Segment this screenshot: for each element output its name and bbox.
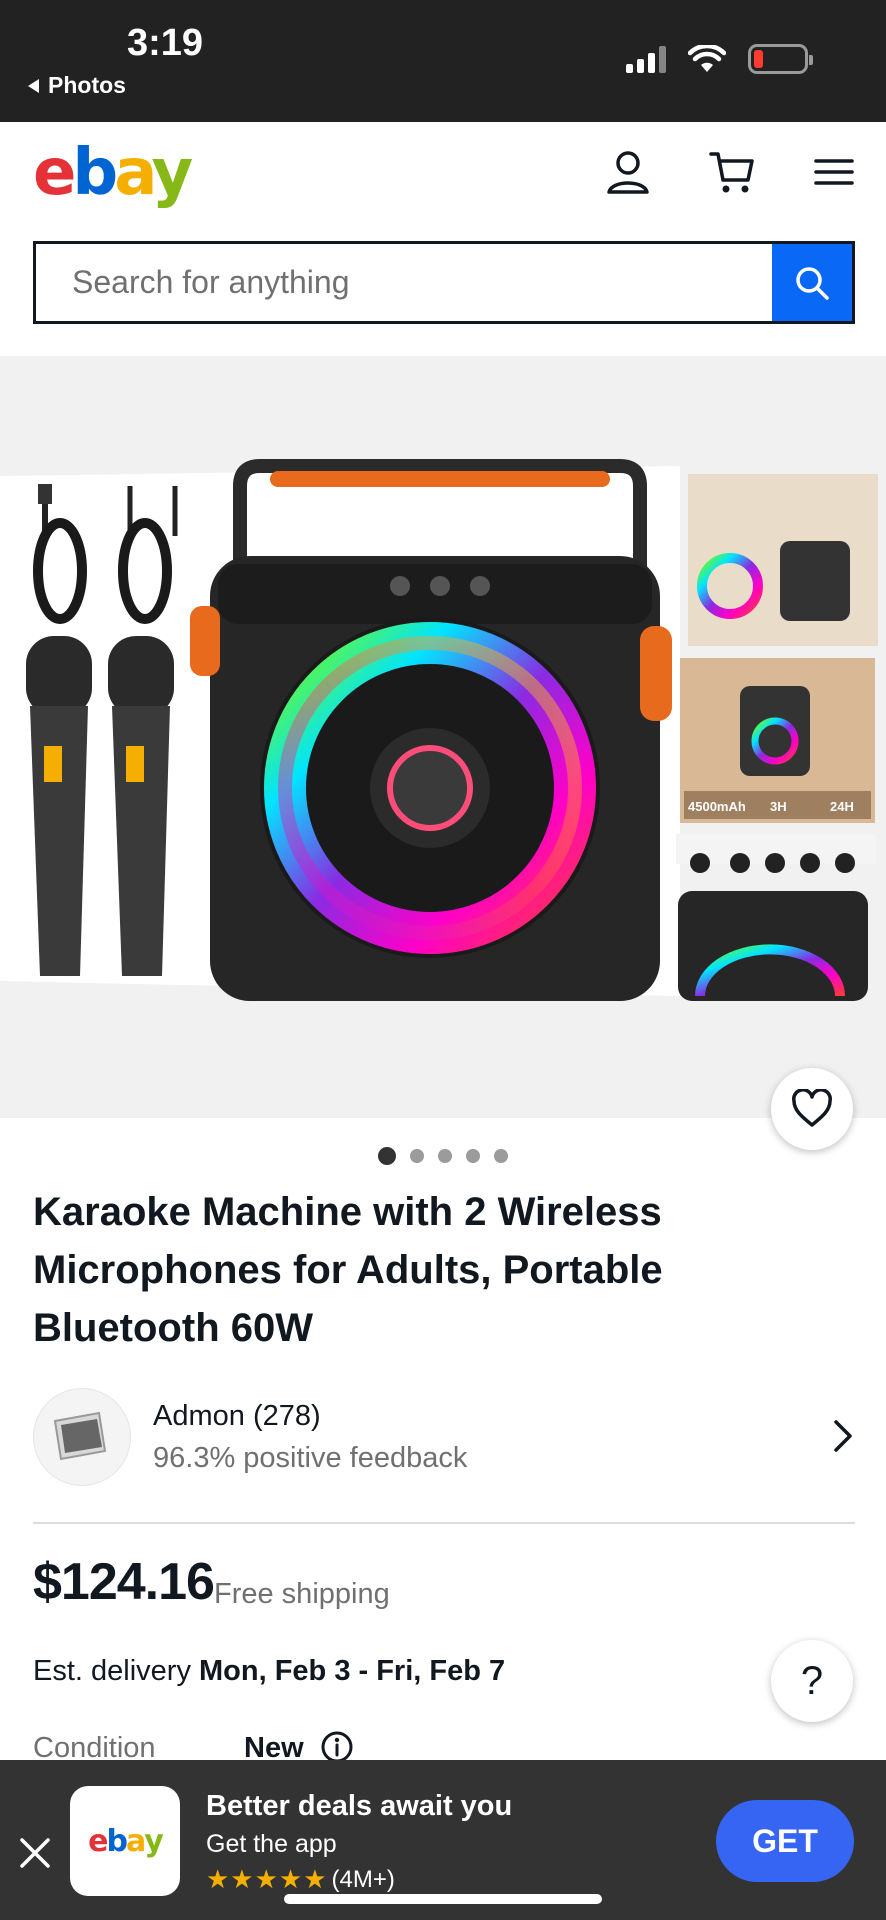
banner-title: Better deals await you — [206, 1790, 513, 1822]
status-time: 3:19 — [127, 22, 204, 64]
gallery-dot-5[interactable] — [494, 1149, 508, 1163]
star-rating-icon: ★★★★★ — [206, 1864, 328, 1894]
delivery-prefix: Est. delivery — [33, 1655, 199, 1687]
account-icon[interactable] — [604, 148, 652, 196]
site-header: ebay — [0, 122, 886, 232]
get-app-button[interactable]: GET — [716, 1800, 854, 1882]
chevron-right-icon[interactable] — [831, 1418, 855, 1454]
thumb-label-playtime: 24H — [830, 799, 854, 814]
gallery-pagination — [378, 1147, 508, 1165]
add-to-watchlist-button[interactable] — [771, 1068, 853, 1150]
seller-name[interactable]: Admon (278) — [153, 1400, 321, 1433]
info-icon[interactable] — [320, 1730, 354, 1764]
help-button[interactable]: ? — [771, 1640, 853, 1722]
search-button[interactable] — [772, 244, 852, 321]
seller-avatar — [33, 1388, 131, 1486]
thumb-label-capacity: 4500mAh — [688, 799, 746, 814]
ebay-logo[interactable]: ebay — [33, 136, 193, 210]
close-icon[interactable] — [18, 1836, 52, 1870]
wifi-icon — [688, 45, 726, 72]
cart-icon[interactable] — [708, 148, 756, 196]
product-image-gallery[interactable]: 4500mAh 3H 24H — [0, 356, 886, 1118]
seller-feedback: 96.3% positive feedback — [153, 1442, 468, 1474]
back-to-photos-link[interactable]: Photos — [26, 72, 126, 99]
cellular-signal-icon — [626, 45, 666, 73]
ebay-app-logo: ebay — [70, 1786, 180, 1896]
thumb-label-charge: 3H — [770, 799, 787, 814]
gallery-dot-1[interactable] — [378, 1147, 396, 1165]
banner-subtitle: Get the app — [206, 1830, 337, 1858]
item-title: Karaoke Machine with 2 Wireless Micropho… — [33, 1190, 663, 1350]
product-image[interactable]: 4500mAh 3H 24H — [0, 356, 886, 1118]
shipping-info: Free shipping — [214, 1578, 390, 1610]
battery-icon — [748, 44, 813, 74]
search-bar — [33, 241, 855, 324]
seller-photo-icon — [53, 1411, 107, 1461]
home-indicator[interactable] — [284, 1894, 602, 1904]
heart-icon — [792, 1089, 832, 1127]
menu-icon[interactable] — [810, 148, 858, 196]
back-triangle-icon — [28, 78, 39, 93]
estimated-delivery: Est. delivery Mon, Feb 3 - Fri, Feb 7 — [33, 1655, 505, 1688]
rating-count: (4M+) — [331, 1865, 395, 1893]
seller-card[interactable]: Admon (278) 96.3% positive feedback — [33, 1388, 855, 1488]
gallery-dot-4[interactable] — [466, 1149, 480, 1163]
section-divider — [33, 1522, 855, 1524]
delivery-dates: Mon, Feb 3 - Fri, Feb 7 — [199, 1655, 506, 1687]
gallery-dot-2[interactable] — [410, 1149, 424, 1163]
status-bar: 3:19 Photos — [0, 0, 886, 122]
gallery-dot-3[interactable] — [438, 1149, 452, 1163]
battery-level — [754, 50, 763, 68]
app-rating: ★★★★★ (4M+) — [206, 1864, 395, 1895]
item-price: $124.16 — [33, 1553, 215, 1611]
search-icon — [796, 266, 829, 300]
search-input[interactable] — [36, 244, 772, 321]
back-label: Photos — [48, 72, 126, 98]
status-icons — [626, 44, 813, 74]
